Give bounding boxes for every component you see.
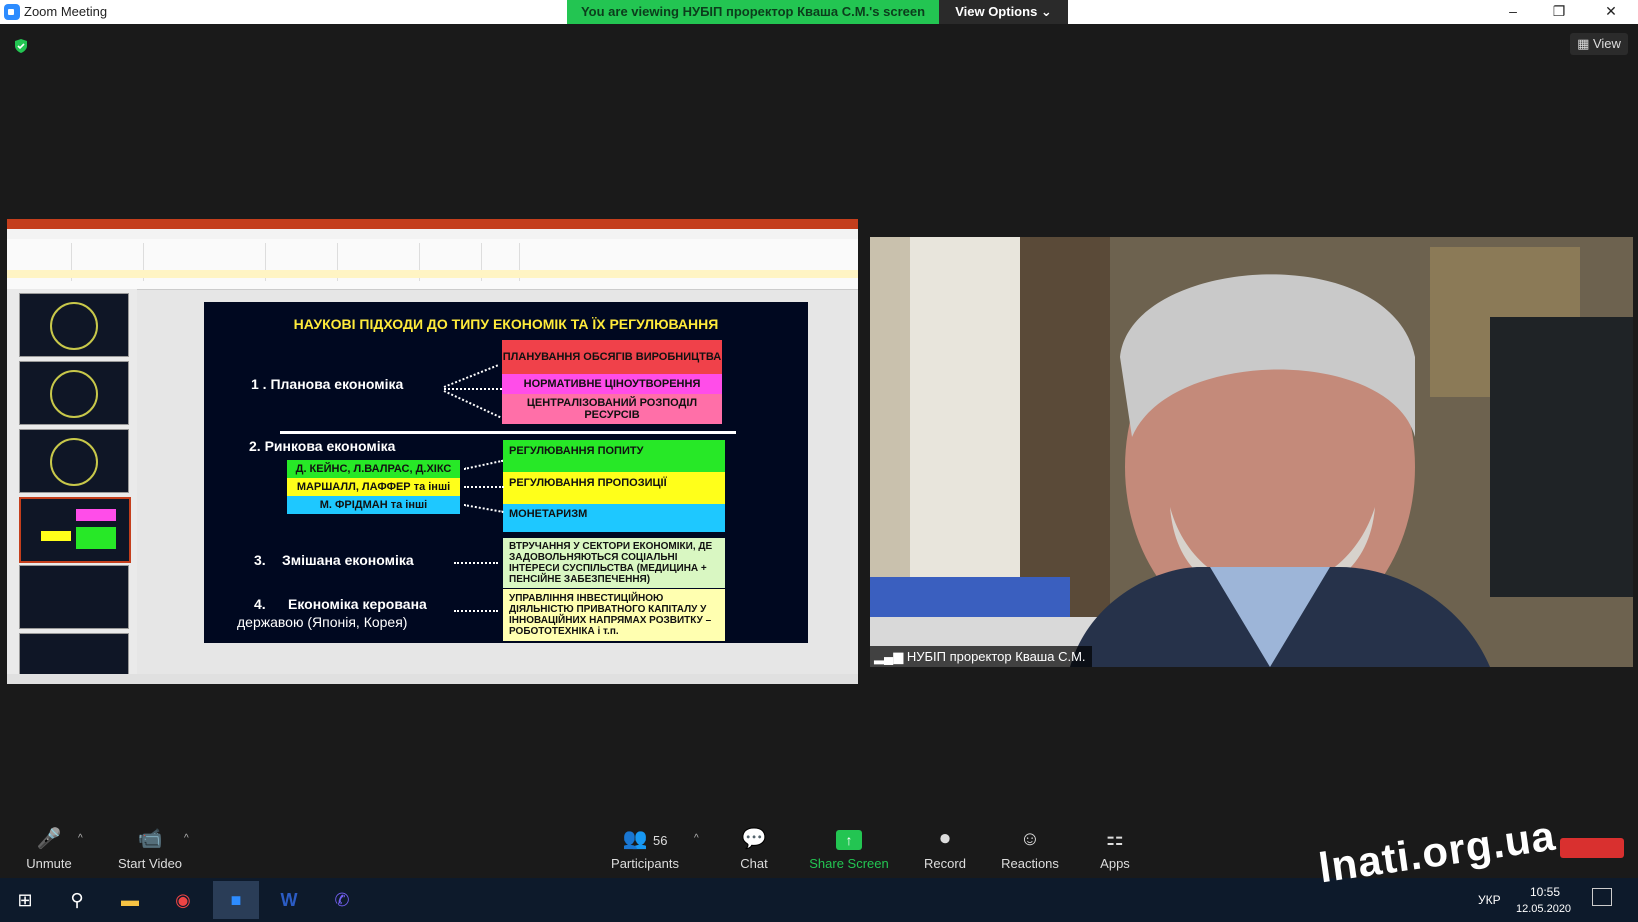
screen-share-banner: You are viewing НУБІП проректор Кваша С.… xyxy=(567,0,939,24)
viber-icon[interactable]: ✆ xyxy=(319,881,365,919)
audio-options-caret-icon[interactable]: ^ xyxy=(78,833,83,844)
language-indicator[interactable]: УКР xyxy=(1478,893,1501,907)
participants-icon: 👥 56 xyxy=(622,828,668,850)
chrome-icon[interactable]: ◉ xyxy=(160,881,206,919)
chat-icon: 💬 xyxy=(741,828,767,850)
share-screen-label: Share Screen xyxy=(809,856,889,871)
reactions-button[interactable]: ☺ Reactions xyxy=(998,826,1062,871)
close-button[interactable]: ✕ xyxy=(1588,0,1634,24)
reactions-icon: ☺ xyxy=(1019,828,1041,850)
slide-thumbnail[interactable] xyxy=(19,633,129,675)
arrow-icon xyxy=(443,390,501,419)
start-video-button[interactable]: 📹 Start Video xyxy=(110,826,190,871)
planned-box-3: ЦЕНТРАЛІЗОВАНИЙ РОЗПОДІЛ РЕСУРСІВ xyxy=(502,394,722,424)
share-screen-button[interactable]: ↑ Share Screen xyxy=(806,826,892,871)
planned-box-2: НОРМАТИВНЕ ЦІНОУТВОРЕННЯ xyxy=(502,374,722,394)
chat-label: Chat xyxy=(740,856,768,871)
market-economy-label: 2. Ринкова економіка xyxy=(249,438,396,454)
arrow-icon xyxy=(463,459,504,470)
ppt-statusbar xyxy=(7,674,858,684)
search-icon[interactable]: ⚲ xyxy=(54,881,100,919)
market-box-1: РЕГУЛЮВАННЯ ПОПИТУ xyxy=(503,440,725,472)
apps-label: Apps xyxy=(1100,856,1130,871)
planned-economy-label: 1 . Планова економіка xyxy=(251,376,404,392)
participant-name: НУБІП проректор Кваша С.М. xyxy=(906,649,1086,664)
planned-box-1: ПЛАНУВАННЯ ОБСЯГІВ ВИРОБНИЦТВА xyxy=(502,340,722,374)
share-screen-icon: ↑ xyxy=(806,826,892,852)
word-icon[interactable]: W xyxy=(266,881,312,919)
apps-button[interactable]: ⚏ Apps xyxy=(1090,826,1140,871)
economists-box-2: МАРШАЛЛ, ЛАФФЕР та інші xyxy=(287,478,460,496)
mixed-economy-number: 3. xyxy=(254,552,266,568)
minimize-button[interactable]: – xyxy=(1490,0,1536,24)
market-box-2: РЕГУЛЮВАННЯ ПРОПОЗИЦІЇ xyxy=(503,472,725,504)
slide-thumbnail-selected[interactable] xyxy=(19,497,131,563)
arrow-icon xyxy=(454,610,498,612)
clock-date: 12.05.2020 xyxy=(1516,903,1572,915)
security-warning-bar xyxy=(7,270,858,278)
ppt-ribbon xyxy=(7,239,858,290)
state-economy-label-2: державою (Японія, Корея) xyxy=(237,614,408,630)
current-slide: НАУКОВІ ПІДХОДИ ДО ТИПУ ЕКОНОМІК ТА ЇХ Р… xyxy=(204,302,808,643)
apps-icon: ⚏ xyxy=(1106,828,1124,850)
participants-options-caret-icon[interactable]: ^ xyxy=(694,833,699,844)
signal-bars-icon: ▂▄▆ xyxy=(874,649,907,664)
encryption-shield-icon[interactable] xyxy=(13,38,29,54)
zoom-app-icon[interactable]: ■ xyxy=(213,881,259,919)
unmute-button[interactable]: 🎤 Unmute xyxy=(16,826,82,871)
participant-video[interactable] xyxy=(870,237,1633,667)
ppt-menubar xyxy=(7,229,858,239)
participant-name-tag: ▂▄▆ НУБІП проректор Кваша С.М. xyxy=(870,646,1092,667)
slide-thumbnail[interactable] xyxy=(19,565,129,629)
record-button[interactable]: ⏺ Record xyxy=(915,826,975,871)
notifications-icon[interactable] xyxy=(1592,888,1612,906)
economists-box-3: М. ФРІДМАН та інші xyxy=(287,496,460,514)
unmute-label: Unmute xyxy=(26,856,72,871)
state-economy-label-1: Економіка керована xyxy=(288,596,427,612)
start-video-label: Start Video xyxy=(117,856,183,871)
participant-video-frame xyxy=(870,237,1633,667)
record-label: Record xyxy=(924,856,966,871)
windows-start-icon[interactable]: ⊞ xyxy=(2,881,48,919)
ppt-titlebar xyxy=(7,219,858,229)
slide-thumbnail[interactable] xyxy=(19,429,129,493)
economists-box-1: Д. КЕЙНС, Л.ВАЛРАС, Д.ХІКС xyxy=(287,460,460,478)
shared-screen: НАУКОВІ ПІДХОДИ ДО ТИПУ ЕКОНОМІК ТА ЇХ Р… xyxy=(7,219,858,684)
slide-title: НАУКОВІ ПІДХОДИ ДО ТИПУ ЕКОНОМІК ТА ЇХ Р… xyxy=(293,316,719,332)
divider-line xyxy=(280,431,736,434)
mixed-economy-label: Змішана економіка xyxy=(282,552,414,568)
slide-thumbnails xyxy=(7,289,137,675)
arrow-icon xyxy=(444,388,502,390)
reactions-label: Reactions xyxy=(1001,856,1059,871)
view-layout-button[interactable]: ▦ View xyxy=(1570,33,1628,55)
grid-icon: ▦ xyxy=(1577,36,1593,51)
mixed-box: ВТРУЧАННЯ У СЕКТОРИ ЕКОНОМІКИ, ДЕ ЗАДОВО… xyxy=(503,538,725,588)
state-box: УПРАВЛІННЯ ІНВЕСТИЦІЙНОЮ ДІЯЛЬНІСТЮ ПРИВ… xyxy=(503,589,725,641)
arrow-icon xyxy=(464,486,504,488)
chat-button[interactable]: 💬 Chat xyxy=(724,826,784,871)
arrow-icon xyxy=(463,504,504,513)
participants-label: Participants xyxy=(611,856,679,871)
video-options-caret-icon[interactable]: ^ xyxy=(184,833,189,844)
clock-time: 10:55 xyxy=(1530,885,1561,899)
participants-count: 56 xyxy=(653,833,668,848)
state-economy-number: 4. xyxy=(254,596,266,612)
arrow-icon xyxy=(443,364,499,388)
zoom-logo-icon xyxy=(4,4,20,20)
slide-thumbnail[interactable] xyxy=(19,293,129,357)
restore-button[interactable]: ❐ xyxy=(1536,0,1582,24)
view-options-button[interactable]: View Options ⌄ xyxy=(939,0,1068,24)
participants-button[interactable]: 👥 56 Participants xyxy=(605,826,685,871)
window-title: Zoom Meeting xyxy=(24,4,108,19)
video-off-icon: 📹 xyxy=(137,828,163,850)
microphone-muted-icon: 🎤 xyxy=(36,828,62,850)
arrow-icon xyxy=(454,562,498,564)
view-label: View xyxy=(1592,36,1621,51)
record-icon: ⏺ xyxy=(940,828,950,850)
market-box-3: МОНЕТАРИЗМ xyxy=(503,504,725,532)
slide-thumbnail[interactable] xyxy=(19,361,129,425)
leave-button[interactable] xyxy=(1560,838,1624,858)
file-explorer-icon[interactable]: ▬ xyxy=(107,881,153,919)
